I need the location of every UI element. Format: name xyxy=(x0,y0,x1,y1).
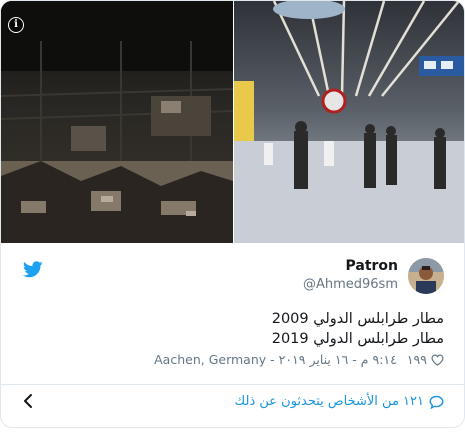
conversation-count-text[interactable]: ١٢١ من الأشخاص يتحدثون عن ذلك xyxy=(235,394,424,409)
heart-icon[interactable] xyxy=(431,354,444,366)
tweet-meta: ١٩٩ ٩:١٤ م - ١٦ يناير ٢٠١٩ - Aachen, Ger… xyxy=(154,352,444,367)
author-name[interactable]: Patron xyxy=(303,257,398,275)
avatar[interactable] xyxy=(408,257,444,294)
conversation-link[interactable]: ١٢١ من الأشخاص يتحدثون عن ذلك xyxy=(235,394,444,409)
avatar-image xyxy=(408,257,444,294)
tweet-location[interactable]: Aachen, Germany xyxy=(154,352,266,367)
divider xyxy=(1,384,464,385)
burned-terminal-image xyxy=(1,1,233,243)
like-count[interactable]: ١٩٩ xyxy=(407,352,427,367)
chevron-left-icon[interactable] xyxy=(23,393,33,409)
tweet-timestamp[interactable]: ٩:١٤ م - ١٦ يناير ٢٠١٩ xyxy=(279,352,397,367)
tweet-text-line-2: مطار طرابلس الدولي 2019 xyxy=(271,331,444,347)
info-icon[interactable]: i xyxy=(8,17,24,33)
tweet-media[interactable]: i xyxy=(1,1,464,243)
photo-airport-2009[interactable] xyxy=(233,1,464,243)
airport-terminal-image xyxy=(233,1,464,243)
embedded-tweet-card: i Patron @Ahmed96sm مطار طرابلس الدولي 2… xyxy=(0,0,465,428)
comment-bubble-icon xyxy=(429,395,444,409)
tweet-author[interactable]: Patron @Ahmed96sm xyxy=(303,257,444,294)
author-handle[interactable]: @Ahmed96sm xyxy=(303,276,398,294)
meta-separator: - xyxy=(266,352,279,367)
twitter-bird-icon[interactable] xyxy=(23,261,43,278)
tweet-text-line-1: مطار طرابلس الدولي 2009 xyxy=(271,311,444,327)
photo-airport-2019[interactable]: i xyxy=(1,1,233,243)
tweet-text: مطار طرابلس الدولي 2009 مطار طرابلس الدو… xyxy=(24,309,444,349)
